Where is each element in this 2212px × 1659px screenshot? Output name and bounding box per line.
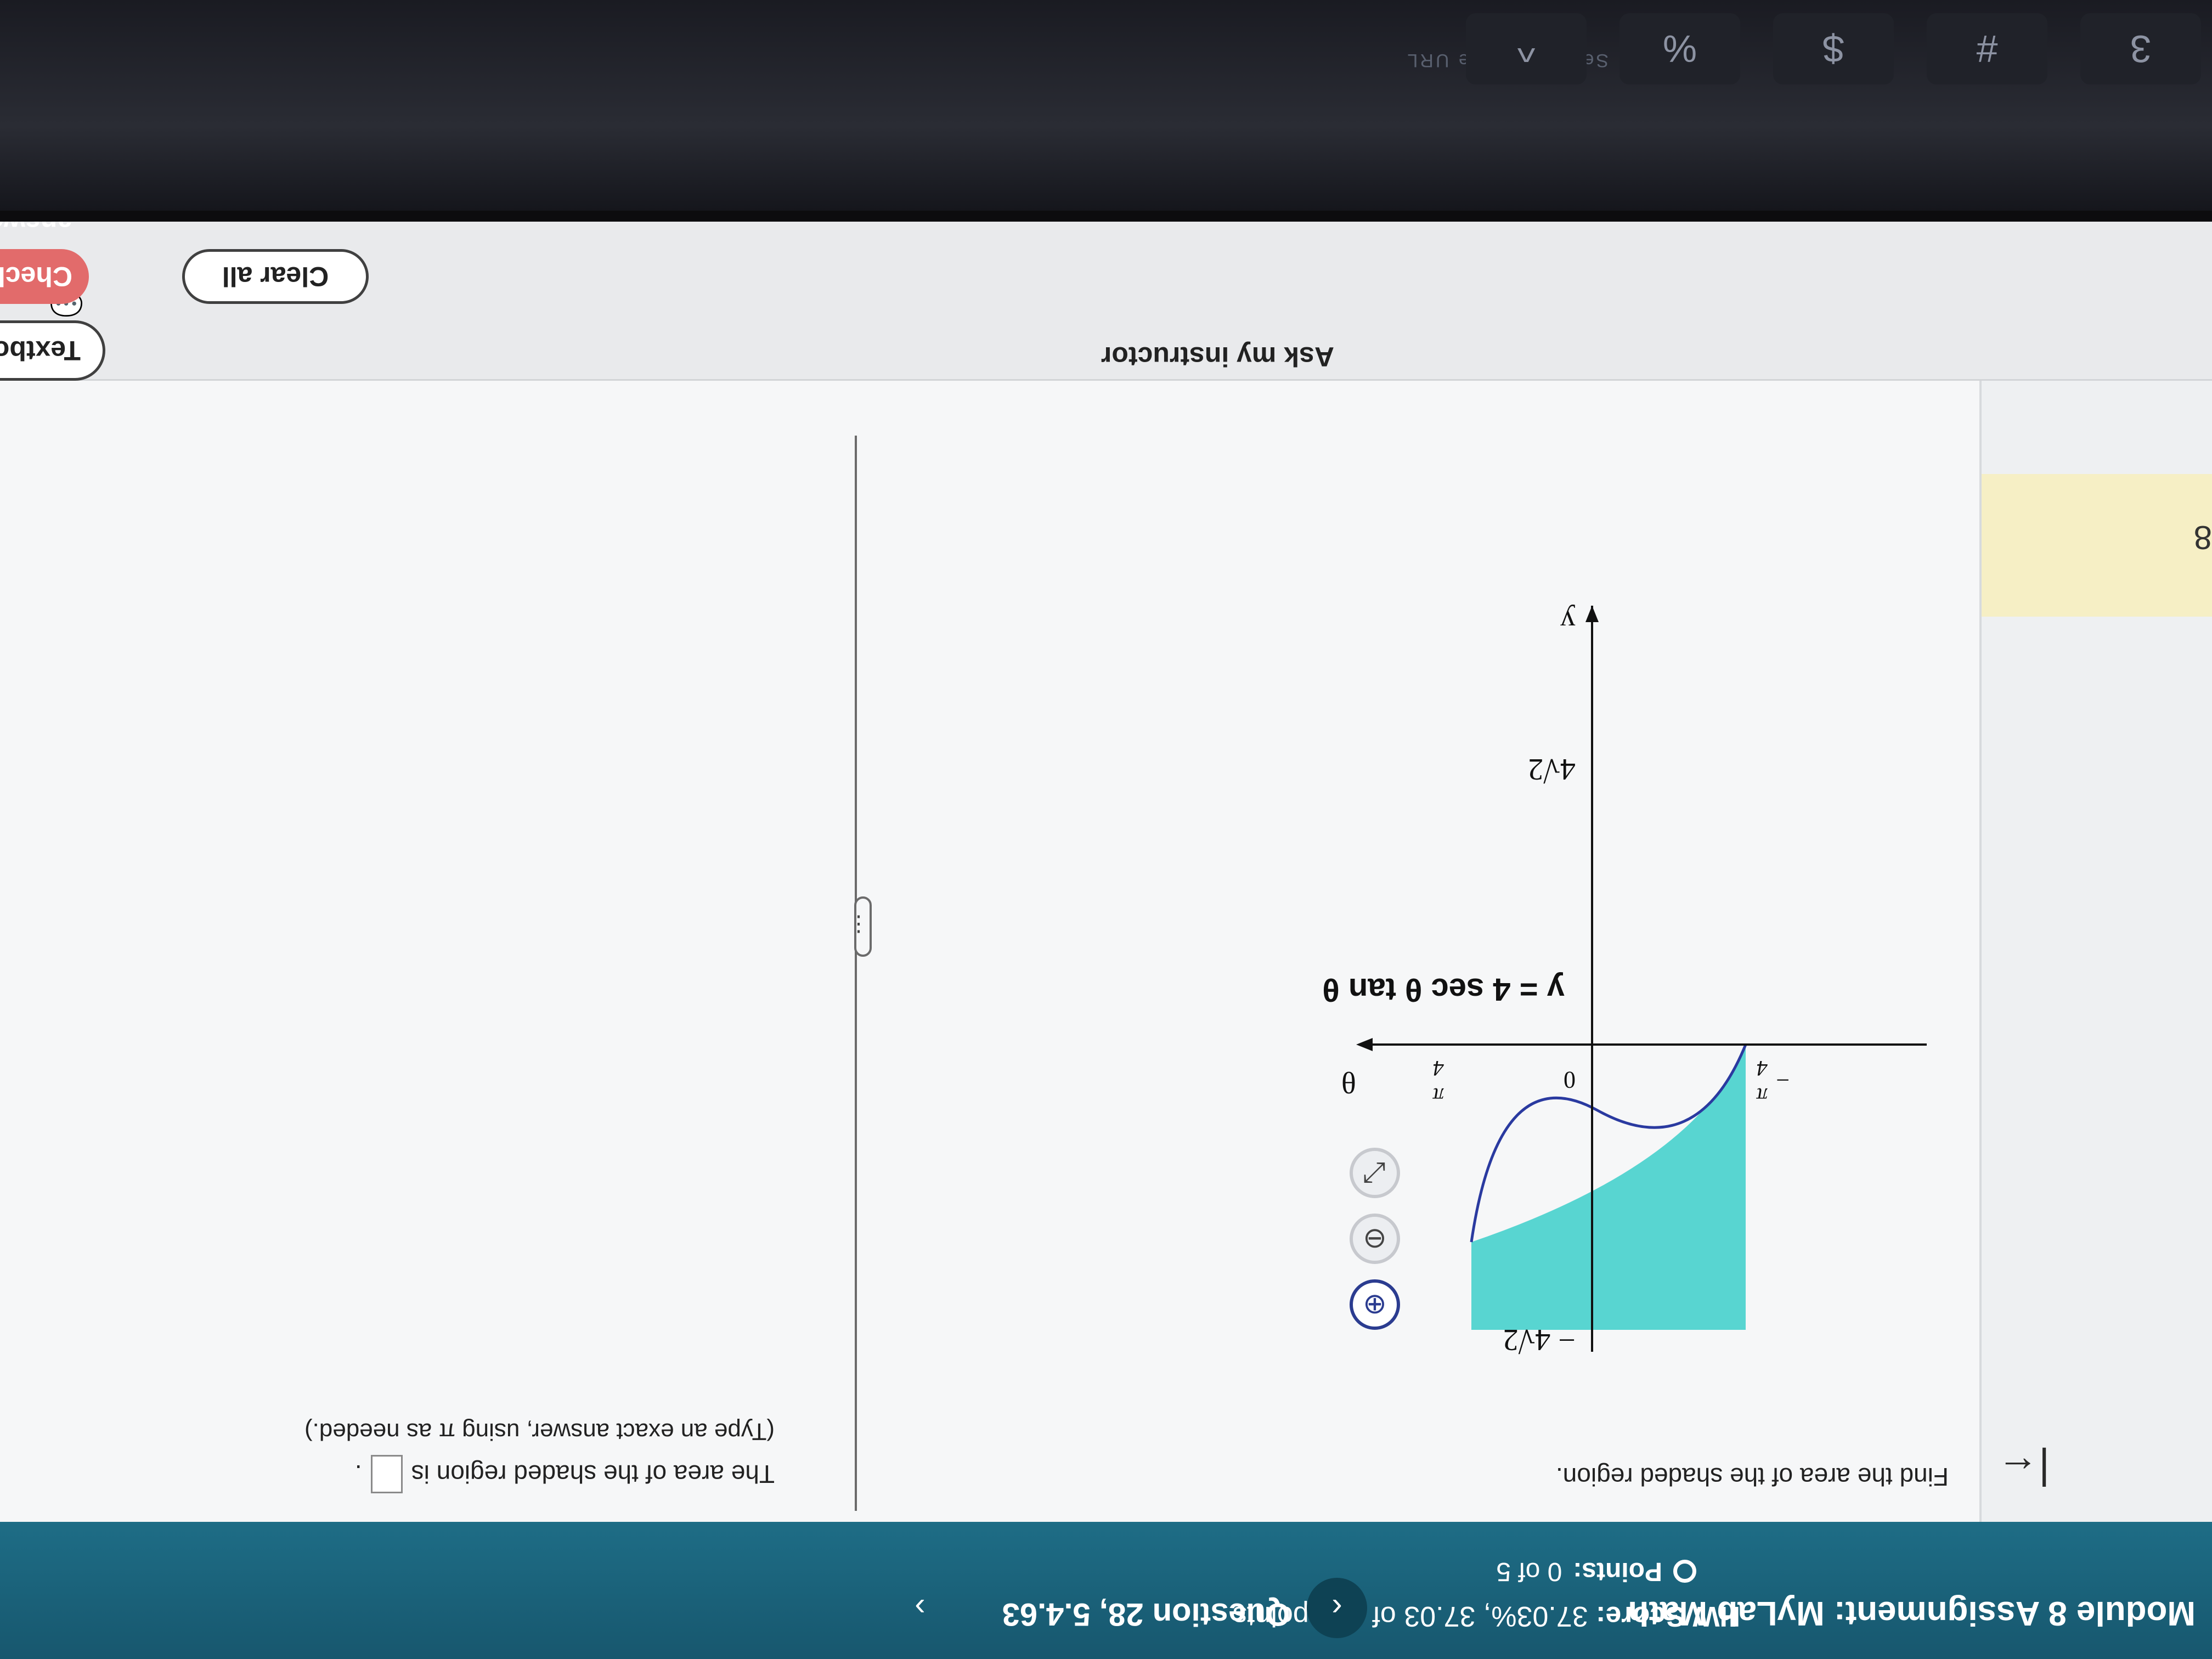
points-label: Points:	[1573, 1557, 1662, 1586]
answer-suffix: .	[354, 1460, 362, 1488]
points-value: 0 of 5	[1496, 1557, 1562, 1586]
points-display: Points: 0 of 5	[1496, 1556, 1696, 1587]
next-question-button[interactable]: ›	[890, 1578, 950, 1638]
answer-input[interactable]	[370, 1455, 403, 1493]
check-answer-button[interactable]: Check answer	[0, 222, 89, 304]
photo-stage: Search or type URL 3 # $ % ^ Module 8 As…	[0, 0, 2212, 1659]
keyboard-key: #	[1927, 13, 2047, 84]
answer-prefix: The area of the shaded region is	[411, 1460, 775, 1488]
hw-score-label: HW Score:	[1596, 1600, 1740, 1632]
y-bottom-label: − 4√2	[1503, 1323, 1576, 1357]
x-axis-label: θ	[1341, 1065, 1356, 1099]
question-prompt: Find the area of the shaded region.	[1555, 1463, 1949, 1491]
shaded-region	[1471, 1045, 1746, 1330]
x-neg-sign: −	[1776, 1066, 1790, 1093]
sidebar-highlight	[1982, 474, 2212, 617]
y-axis-label: y	[1560, 604, 1576, 638]
clear-all-button[interactable]: Clear all	[182, 249, 369, 304]
x-neg-label-num: π	[1756, 1084, 1768, 1108]
collapse-sidebar-icon[interactable]: |←	[1997, 1447, 2050, 1494]
status-circle-icon	[1673, 1560, 1696, 1583]
pane-resize-handle[interactable]: ⋮	[848, 896, 872, 957]
textbook-button[interactable]: Textbook	[0, 320, 105, 381]
browser-screen: Module 8 Assignment: MyLab Math HW Score…	[0, 222, 2212, 1659]
keyboard-key: ^	[1466, 13, 1587, 84]
y-top-label: 4√2	[1528, 752, 1576, 786]
x-neg-label-den: 4	[1757, 1056, 1768, 1081]
answer-hint: (Type an exact answer, using π as needed…	[304, 1418, 775, 1445]
ask-instructor-link[interactable]: Ask my instructor	[1101, 341, 1334, 373]
left-sidebar	[1979, 222, 2212, 1522]
x-origin-label: 0	[1564, 1066, 1576, 1093]
answer-line: The area of the shaded region is .	[355, 1455, 775, 1493]
previous-question-button[interactable]: ‹	[1307, 1578, 1367, 1638]
keyboard-key: 3	[2080, 13, 2201, 84]
y-axis-arrow	[1585, 606, 1599, 622]
keyboard-key: %	[1620, 13, 1740, 84]
assignment-header: Module 8 Assignment: MyLab Math HW Score…	[0, 1522, 2212, 1659]
x-pos-label-den: 4	[1433, 1056, 1444, 1081]
question-label: Question 28, 5.4.63	[1002, 1596, 1290, 1632]
keyboard-key: $	[1773, 13, 1894, 84]
curve-label: y = 4 sec θ tan θ	[1322, 972, 1565, 1007]
pane-divider	[855, 436, 857, 1511]
x-axis-arrow	[1356, 1038, 1373, 1051]
x-pos-label-num: π	[1432, 1084, 1444, 1108]
sidebar-item-number[interactable]: 8	[2194, 518, 2212, 556]
area-graph: θ y 4√2 − 4√2 0 π 4 − π 4 y = 4 sec θ ta…	[1322, 604, 1927, 1357]
